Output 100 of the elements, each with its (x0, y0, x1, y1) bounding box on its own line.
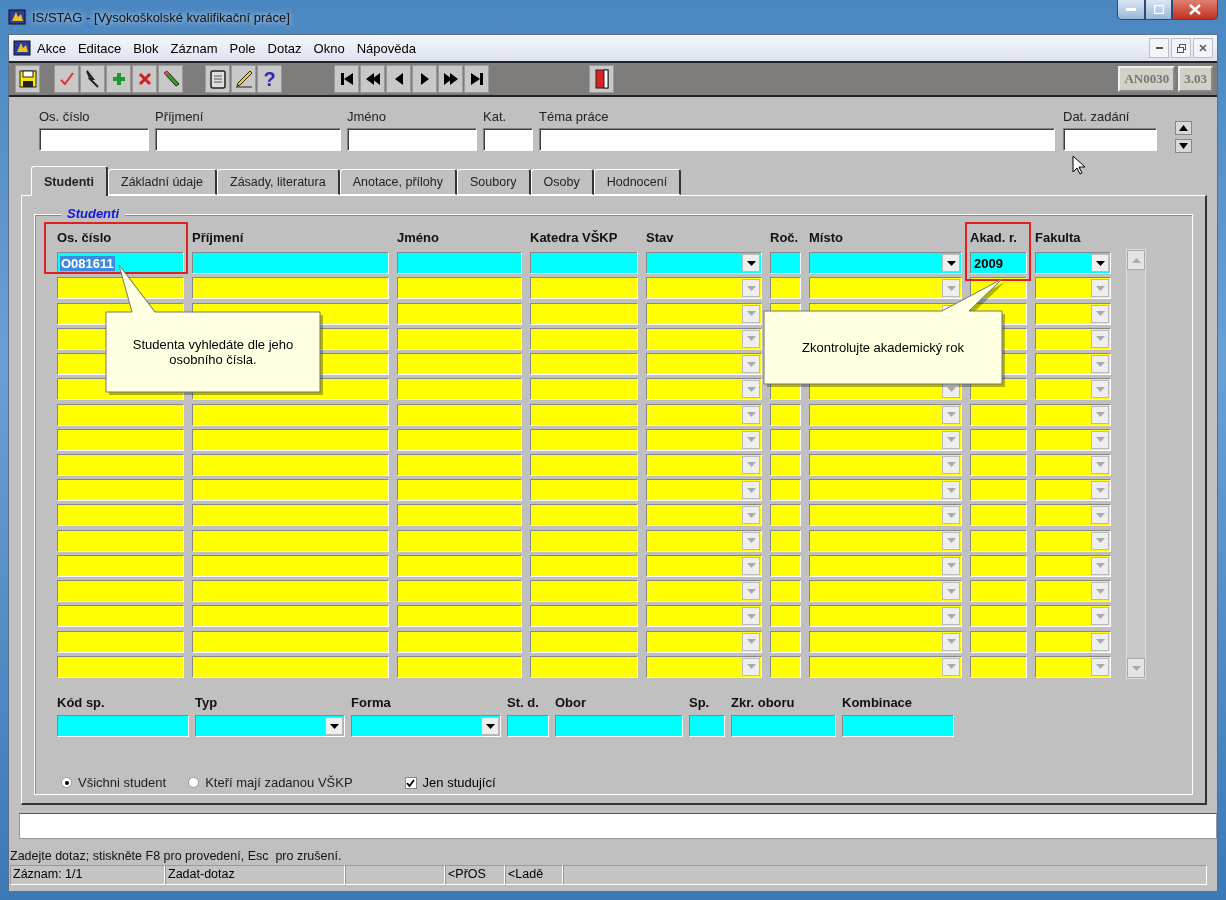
tab[interactable]: Základní údaje (108, 169, 217, 195)
grid-cell[interactable] (397, 529, 522, 552)
close-button[interactable] (1172, 0, 1218, 20)
grid-cell[interactable] (192, 655, 389, 678)
grid-cell[interactable] (970, 554, 1027, 577)
study-field[interactable] (507, 715, 549, 737)
scroll-up-button[interactable] (1175, 121, 1192, 135)
navigation-button[interactable] (360, 65, 385, 93)
grid-cell[interactable] (970, 529, 1027, 552)
menu-item[interactable]: Blok (127, 38, 165, 58)
grid-cell[interactable] (809, 554, 962, 577)
grid-cell[interactable] (397, 453, 522, 476)
query-field[interactable] (1063, 128, 1157, 151)
grid-cell[interactable] (57, 580, 184, 603)
scroll-down-button[interactable] (1175, 139, 1192, 153)
grid-cell[interactable] (397, 327, 522, 350)
menu-item[interactable]: Okno (307, 38, 351, 58)
tab[interactable]: Hodnocení (593, 169, 682, 195)
edit-button[interactable] (158, 65, 183, 93)
grid-cell[interactable] (530, 479, 638, 502)
grid-cell[interactable] (646, 252, 762, 275)
grid-cell[interactable] (646, 554, 762, 577)
grid-cell[interactable] (530, 529, 638, 552)
grid-cell[interactable] (809, 403, 962, 426)
grid-cell[interactable] (192, 580, 389, 603)
grid-cell[interactable] (192, 630, 389, 653)
navigation-button[interactable] (438, 65, 463, 93)
tab[interactable]: Soubory (457, 169, 531, 195)
grid-cell[interactable] (646, 353, 762, 376)
query-field[interactable] (39, 128, 149, 151)
grid-cell[interactable] (192, 428, 389, 451)
grid-cell[interactable] (809, 277, 962, 300)
grid-cell[interactable] (57, 554, 184, 577)
tab[interactable]: Studenti (31, 166, 108, 196)
grid-cell[interactable] (192, 277, 389, 300)
grid-cell[interactable] (770, 554, 801, 577)
grid-cell[interactable] (770, 605, 801, 628)
grid-cell[interactable] (770, 655, 801, 678)
grid-cell[interactable] (770, 428, 801, 451)
grid-cell[interactable] (970, 580, 1027, 603)
menu-item[interactable]: Nápověda (350, 38, 422, 58)
dropdown-button[interactable] (1091, 254, 1109, 273)
grid-cell[interactable] (1035, 529, 1111, 552)
grid-cell[interactable] (57, 428, 184, 451)
maximize-button[interactable] (1145, 0, 1172, 20)
restore-button[interactable] (1171, 38, 1191, 58)
query-field[interactable] (155, 128, 341, 151)
grid-cell[interactable] (397, 353, 522, 376)
radio-button[interactable] (61, 777, 72, 788)
tab[interactable]: Zásady, literatura (217, 169, 340, 195)
pen-button[interactable] (231, 65, 256, 93)
grid-cell[interactable] (809, 453, 962, 476)
grid-cell[interactable] (646, 580, 762, 603)
grid-cell[interactable] (530, 378, 638, 401)
study-field[interactable] (57, 715, 189, 737)
grid-cell[interactable] (57, 504, 184, 527)
grid-cell[interactable] (770, 277, 801, 300)
grid-cell[interactable] (57, 529, 184, 552)
grid-cell[interactable] (809, 580, 962, 603)
grid-cell[interactable] (646, 529, 762, 552)
grid-cell[interactable] (970, 403, 1027, 426)
tab[interactable]: Anotace, přílohy (339, 169, 457, 195)
grid-cell[interactable] (530, 655, 638, 678)
grid-cell[interactable] (770, 403, 801, 426)
grid-cell[interactable] (970, 428, 1027, 451)
grid-cell[interactable] (1035, 428, 1111, 451)
grid-cell[interactable] (192, 529, 389, 552)
study-field[interactable] (731, 715, 836, 737)
grid-cell[interactable] (1035, 277, 1111, 300)
grid-cell[interactable]: 2009 (970, 252, 1027, 275)
grid-cell[interactable] (770, 580, 801, 603)
grid-cell[interactable] (1035, 479, 1111, 502)
grid-cell[interactable] (646, 378, 762, 401)
grid-cell[interactable] (1035, 327, 1111, 350)
menu-item[interactable]: Záznam (164, 38, 224, 58)
grid-cell[interactable] (530, 277, 638, 300)
checkbox[interactable] (404, 776, 417, 789)
grid-cell[interactable] (397, 252, 522, 275)
grid-cell[interactable] (770, 252, 801, 275)
grid-cell[interactable] (397, 302, 522, 325)
menu-item[interactable]: Editace (71, 38, 128, 58)
grid-cell[interactable] (970, 605, 1027, 628)
grid-cell[interactable] (1035, 252, 1111, 275)
query-field[interactable] (347, 128, 477, 151)
grid-cell[interactable] (397, 504, 522, 527)
grid-cell[interactable] (809, 605, 962, 628)
minimize-button[interactable] (1117, 0, 1145, 20)
grid-cell[interactable] (809, 479, 962, 502)
grid-cell[interactable] (646, 605, 762, 628)
grid-cell[interactable] (397, 554, 522, 577)
study-field[interactable] (195, 715, 345, 737)
grid-cell[interactable] (970, 655, 1027, 678)
dropdown-button[interactable] (942, 254, 960, 273)
navigation-button[interactable] (386, 65, 411, 93)
grid-cell[interactable] (770, 479, 801, 502)
grid-cell[interactable] (530, 605, 638, 628)
grid-cell[interactable] (809, 529, 962, 552)
grid-cell[interactable]: O081611 (57, 252, 184, 275)
grid-cell[interactable] (192, 554, 389, 577)
grid-cell[interactable] (1035, 453, 1111, 476)
